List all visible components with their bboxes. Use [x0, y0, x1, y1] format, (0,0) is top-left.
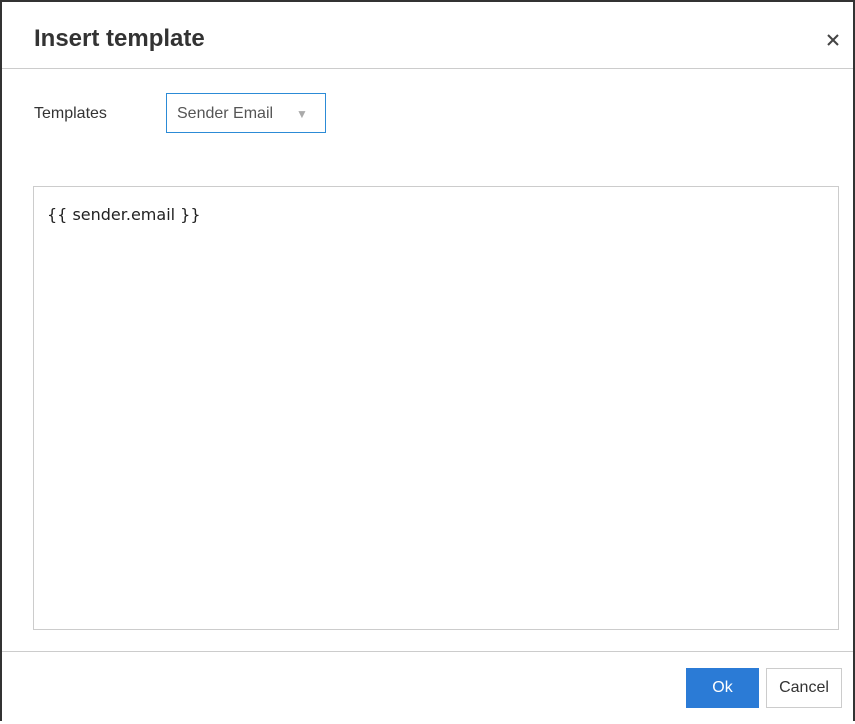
caret-down-icon: ▼ — [296, 107, 308, 121]
close-icon-glyph — [827, 34, 839, 46]
dialog-footer: Ok Cancel — [2, 651, 853, 724]
dialog-body: Templates Sender Email ▼ {{ sender.email… — [2, 69, 853, 651]
ok-button[interactable]: Ok — [686, 668, 759, 708]
dialog-title: Insert template — [34, 25, 205, 52]
template-preview-area[interactable]: {{ sender.email }} — [33, 186, 839, 630]
templates-select[interactable]: Sender Email ▼ — [166, 93, 326, 133]
template-preview-content: {{ sender.email }} — [47, 205, 201, 224]
insert-template-dialog: Insert template Templates Sender Email ▼… — [0, 0, 855, 721]
selected-template-value: Sender Email — [177, 105, 274, 122]
dialog-header: Insert template — [2, 2, 853, 69]
close-icon[interactable] — [823, 30, 843, 50]
cancel-button[interactable]: Cancel — [766, 668, 842, 708]
templates-label: Templates — [34, 105, 107, 122]
